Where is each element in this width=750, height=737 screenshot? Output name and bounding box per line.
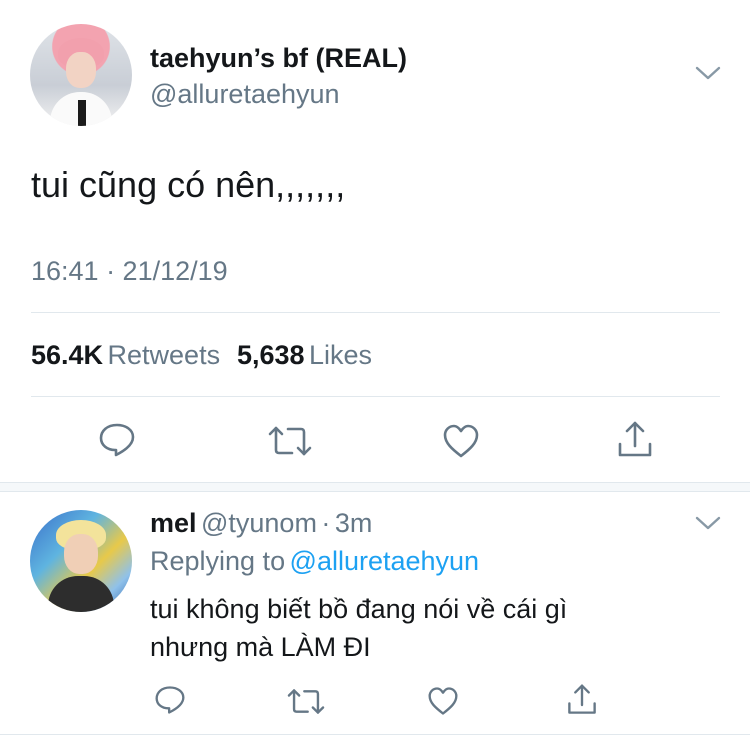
avatar-body — [48, 576, 114, 612]
likes-count[interactable]: 5,638 — [237, 340, 305, 370]
reply-text-line-2: nhưng mà LÀM ĐI — [150, 632, 371, 662]
likes-label[interactable]: Likes — [309, 340, 372, 370]
author-handle[interactable]: @alluretaehyun — [150, 79, 340, 110]
share-icon[interactable] — [616, 420, 654, 460]
reply-separator: · — [321, 508, 331, 538]
divider — [31, 396, 720, 397]
replying-to: Replying to @alluretaehyun — [150, 546, 479, 577]
retweet-icon[interactable] — [268, 424, 312, 458]
chevron-down-icon[interactable] — [695, 64, 721, 87]
replying-to-label: Replying to — [150, 546, 286, 576]
retweet-icon[interactable] — [287, 687, 325, 716]
retweets-count[interactable]: 56.4K — [31, 340, 103, 370]
retweets-label[interactable]: Retweets — [108, 340, 221, 370]
reply-display-name[interactable]: mel — [150, 508, 197, 538]
avatar-face — [64, 534, 98, 574]
reply-handle[interactable]: @tyunom — [201, 508, 317, 538]
reply-author-avatar[interactable] — [30, 510, 132, 612]
reply-icon[interactable] — [98, 422, 136, 458]
divider — [0, 734, 750, 735]
reply-text: tui không biết bồ đang nói về cái gì như… — [150, 590, 567, 666]
author-display-name[interactable]: taehyun’s bf (REAL) — [150, 43, 407, 74]
reply-icon[interactable] — [154, 685, 186, 715]
avatar-face — [66, 52, 96, 88]
author-avatar[interactable] — [30, 24, 132, 126]
heart-icon[interactable] — [442, 423, 480, 459]
section-separator — [0, 482, 750, 492]
reply-text-line-1: tui không biết bồ đang nói về cái gì — [150, 594, 568, 624]
reply-header: mel @tyunom · 3m — [150, 508, 372, 539]
tweet-timestamp[interactable]: 16:41 · 21/12/19 — [31, 256, 228, 287]
chevron-down-icon[interactable] — [695, 514, 721, 537]
share-icon[interactable] — [566, 683, 598, 717]
tweet-text: tui cũng có nên,,,,,,, — [31, 164, 346, 205]
replying-to-handle[interactable]: @alluretaehyun — [290, 546, 480, 576]
tweet-stats: 56.4K Retweets 5,638 Likes — [31, 340, 372, 371]
avatar-tie — [78, 100, 86, 126]
reply-time[interactable]: 3m — [335, 508, 373, 538]
divider — [31, 312, 720, 313]
heart-icon[interactable] — [427, 686, 459, 716]
